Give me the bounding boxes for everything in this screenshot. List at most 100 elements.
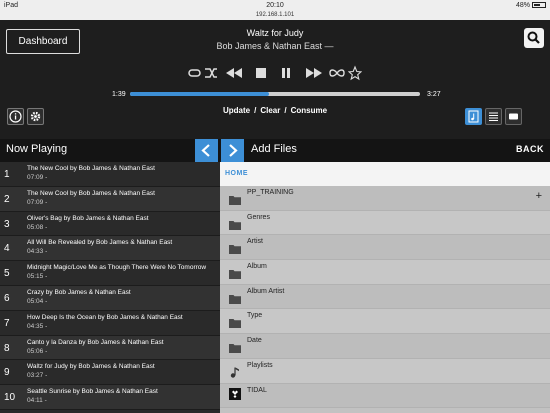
file-row-tidal[interactable]: TIDAL [220, 383, 550, 409]
queue-row[interactable]: 8 Canto y la Danza by Bob James & Nathan … [0, 335, 220, 361]
folder-icon [229, 220, 241, 230]
folder-icon [229, 319, 241, 329]
now-playing-title: Now Playing [6, 143, 68, 155]
add-files-title: Add Files [251, 143, 297, 155]
url-bar[interactable]: 192.168.1.101 [0, 11, 550, 20]
file-label: TIDAL [247, 386, 267, 394]
add-icon[interactable]: + [536, 190, 542, 202]
stop-button[interactable] [255, 65, 267, 85]
queue-number: 7 [4, 317, 10, 329]
shuffle-button[interactable] [204, 65, 218, 85]
time-total: 3:27 [427, 91, 441, 98]
infinity-icon [329, 69, 345, 77]
queue-title: How Deep Is the Ocean by Bob James & Nat… [27, 313, 183, 321]
queue-title: The New Cool by Bob James & Nathan East [27, 165, 155, 172]
repeat-icon [188, 69, 201, 77]
gear-icon [30, 111, 41, 122]
folder-icon [229, 294, 241, 304]
file-row-pp-training[interactable]: PP_TRAINING + [220, 186, 550, 211]
queue-row[interactable]: 4 All Will Be Revealed by Bob James & Nat… [0, 236, 220, 262]
previous-button[interactable] [225, 65, 243, 85]
queue-number: 6 [4, 292, 10, 304]
queue-title: The New Cool by Bob James & Nathan East [27, 189, 155, 197]
file-row-artist[interactable]: Artist [220, 235, 550, 261]
song-artist: Bob James & Nathan East — [216, 41, 334, 51]
file-label: PP_TRAINING [247, 189, 294, 196]
queue-row[interactable]: 7 How Deep Is the Ocean by Bob James & Na… [0, 310, 220, 336]
queue-row[interactable]: 9 Waltz for Judy by Bob James & Nathan Ea… [0, 360, 220, 386]
folder-icon [229, 196, 241, 205]
queue-row[interactable]: 5 Midnight Magic/Love Me as Though There … [0, 261, 220, 286]
rewind-icon [226, 68, 242, 78]
battery-percent: 48% [515, 2, 530, 9]
nav-left-button[interactable] [195, 139, 218, 162]
queue-row[interactable]: 6 Crazy by Bob James & Nathan East 05:04 - [0, 285, 220, 311]
queue-row[interactable]: 3 Oliver's Bag by Bob James & Nathan East… [0, 211, 220, 237]
nav-right-button[interactable] [221, 139, 244, 162]
file-label: Album [247, 263, 267, 271]
queue-number: 1 [4, 169, 10, 180]
queue-number: 8 [4, 342, 10, 354]
queue-time: 07:09 - [27, 174, 48, 181]
player-panel: Dashboard Waltz for Judy Bob James & Nat… [0, 20, 550, 139]
file-row-album-artist[interactable]: Album Artist [220, 284, 550, 310]
info-icon [9, 110, 22, 123]
queue-time: 04:33 - [27, 248, 48, 256]
queue-number: 5 [4, 268, 10, 280]
next-button[interactable] [305, 65, 323, 85]
queue-time: 05:04 - [27, 297, 48, 305]
queue-number: 3 [4, 218, 10, 230]
file-row-date[interactable]: Date [220, 334, 550, 359]
file-browser: HOME PP_TRAINING + Genres Artist Album A… [220, 162, 550, 413]
queue-number: 10 [4, 392, 16, 404]
breadcrumb-home[interactable]: HOME [220, 162, 550, 186]
queue-row[interactable]: 10 Seattle Sunrise by Bob James & Nathan … [0, 385, 220, 410]
clock: 20:10 [266, 2, 284, 9]
file-row-genres[interactable]: Genres [220, 210, 550, 236]
update-button[interactable]: Update [223, 106, 250, 115]
single-button[interactable] [328, 65, 346, 85]
queue-title: Crazy by Bob James & Nathan East [27, 288, 131, 296]
queue-title: Midnight Magic/Love Me as Though There W… [27, 264, 207, 272]
search-button[interactable] [524, 28, 544, 48]
song-title: Waltz for Judy [246, 28, 304, 38]
view-music-button[interactable] [465, 108, 482, 125]
transport-controls [188, 65, 368, 81]
queue-time: 04:35 - [27, 322, 48, 330]
file-row-type[interactable]: Type [220, 309, 550, 335]
settings-button[interactable] [27, 108, 44, 125]
pause-button[interactable] [280, 65, 292, 85]
file-row-album[interactable]: Album [220, 260, 550, 285]
queue-number: 4 [4, 243, 10, 255]
battery-icon [532, 2, 546, 8]
music-note-icon [230, 367, 239, 378]
queue-title: All Will Be Revealed by Bob James & Nath… [27, 239, 173, 247]
favorite-button[interactable] [347, 65, 363, 85]
file-row-playlists[interactable]: Playlists [220, 358, 550, 384]
tidal-icon [229, 387, 241, 400]
pause-icon [282, 68, 290, 78]
queue-row[interactable]: 2 The New Cool by Bob James & Nathan East… [0, 186, 220, 212]
back-button[interactable]: BACK [516, 144, 544, 154]
info-button[interactable] [7, 108, 24, 125]
stop-icon [256, 68, 266, 78]
folder-icon [229, 245, 241, 255]
star-icon [347, 65, 363, 81]
view-library-button[interactable] [505, 108, 522, 125]
queue-number: 9 [4, 367, 10, 379]
queue-row[interactable]: 1 The New Cool by Bob James & Nathan East… [0, 162, 220, 187]
clear-button[interactable]: Clear [260, 106, 280, 115]
repeat-button[interactable] [188, 65, 202, 85]
status-bar: iPad 20:10 48% [0, 0, 550, 11]
file-label: Playlists [247, 361, 273, 369]
progress-bar[interactable] [130, 92, 420, 96]
queue-time: 03:27 - [27, 372, 48, 380]
view-list-button[interactable] [485, 108, 502, 125]
consume-button[interactable]: Consume [291, 106, 327, 115]
folder-icon [229, 270, 241, 280]
queue-title: Waltz for Judy by Bob James & Nathan Eas… [27, 363, 155, 371]
chevron-right-icon [229, 144, 238, 157]
search-icon [527, 31, 540, 44]
queue-list: 1 The New Cool by Bob James & Nathan East… [0, 162, 220, 413]
queue-time: 05:06 - [27, 347, 48, 355]
